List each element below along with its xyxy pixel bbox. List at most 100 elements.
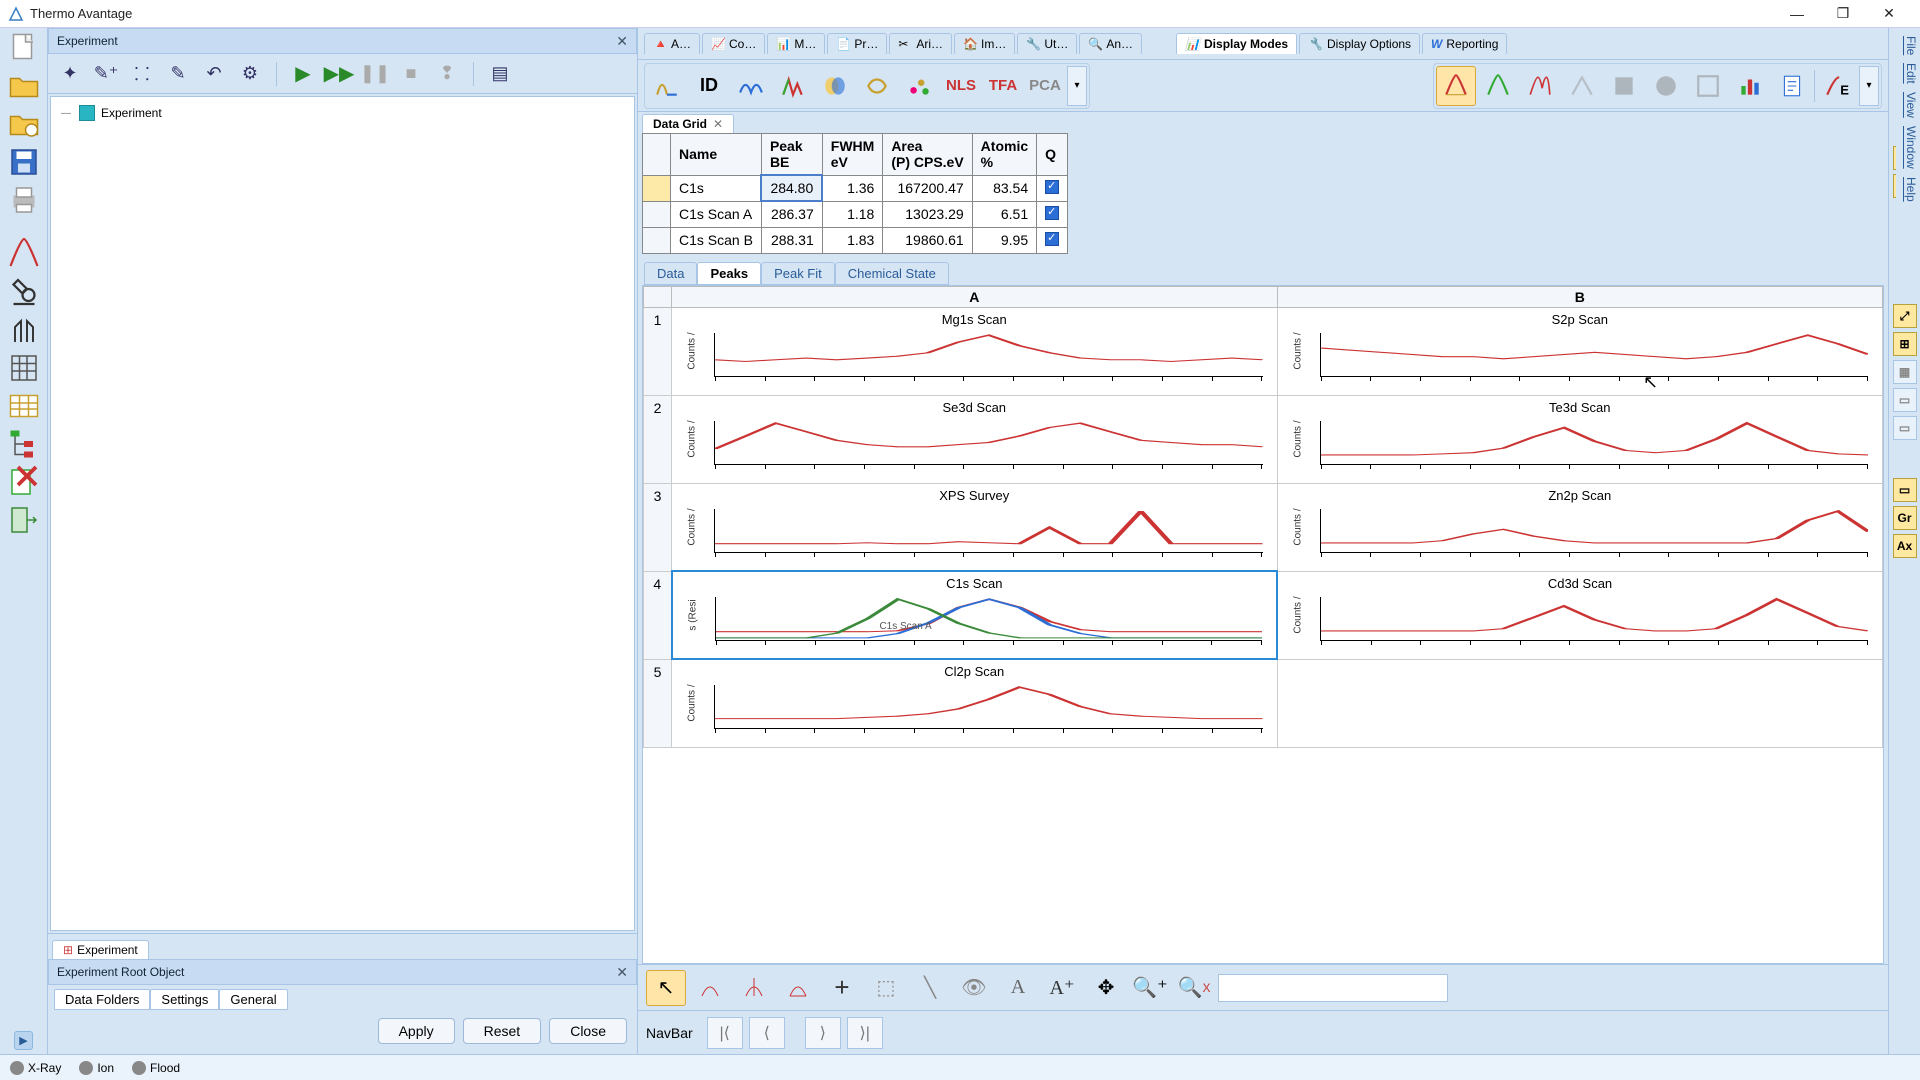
nav-next-icon[interactable]: ⟩: [805, 1017, 841, 1049]
open-icon[interactable]: [6, 70, 42, 102]
fit-grid-icon[interactable]: ⊞: [1893, 332, 1917, 356]
chart-plot[interactable]: [1320, 509, 1869, 553]
close-button[interactable]: Close: [549, 1018, 627, 1044]
snap-grid-icon[interactable]: ⸬: [128, 60, 156, 88]
display-report-icon[interactable]: [1772, 66, 1812, 106]
select-region-icon[interactable]: ⬚: [866, 970, 906, 1006]
chart-plot[interactable]: [714, 333, 1263, 377]
tree-root-node[interactable]: — Experiment: [61, 103, 624, 123]
display-mode-6-icon[interactable]: [1646, 66, 1686, 106]
dg-col-1[interactable]: Name: [671, 134, 762, 176]
dg-cell[interactable]: 9.95: [972, 227, 1036, 253]
sub-tab-data[interactable]: Data: [644, 262, 697, 285]
dg-col-4[interactable]: Area(P) CPS.eV: [883, 134, 972, 176]
chart-cell[interactable]: Cd3d ScanCounts /: [1277, 571, 1883, 659]
display-bars-icon[interactable]: [1730, 66, 1770, 106]
zoom-reset-icon[interactable]: 🔍X: [1174, 970, 1214, 1006]
q-checkbox[interactable]: [1045, 180, 1059, 194]
tree-icon[interactable]: [6, 428, 42, 460]
proc-multipeak-icon[interactable]: [773, 66, 813, 106]
experiment-tab[interactable]: ⊞ Experiment: [52, 940, 149, 959]
chart-grid[interactable]: AB1Mg1s ScanCounts /S2p ScanCounts /2Se3…: [642, 285, 1884, 965]
root-object-close-icon[interactable]: ✕: [616, 964, 628, 981]
run-all-icon[interactable]: ▶▶: [325, 60, 353, 88]
chart-plot[interactable]: [1320, 597, 1868, 641]
cursor-tool-icon[interactable]: ↖: [646, 970, 686, 1006]
peak-tool-1-icon[interactable]: [690, 970, 730, 1006]
stop-icon[interactable]: ■: [397, 60, 425, 88]
top-tab-4[interactable]: ✂Ari…: [889, 33, 952, 54]
menu-window[interactable]: Window: [1898, 126, 1918, 169]
chart-plot[interactable]: [1320, 333, 1869, 377]
table-row[interactable]: C1s Scan B288.311.8319860.619.95: [643, 227, 1068, 253]
experiment-tree[interactable]: — Experiment: [50, 96, 635, 931]
dg-cell[interactable]: C1s: [671, 175, 762, 201]
dg-cell[interactable]: 286.37: [761, 201, 822, 227]
top-right-tab-1[interactable]: 🔧Display Options: [1299, 33, 1420, 54]
chart-row-header[interactable]: 3: [644, 483, 672, 571]
chart-cell[interactable]: Zn2p ScanCounts /: [1277, 483, 1883, 571]
peak-tool-2-icon[interactable]: [734, 970, 774, 1006]
chart-plot[interactable]: [714, 421, 1263, 465]
recent-icon[interactable]: [6, 108, 42, 140]
top-tab-3[interactable]: 📄Pr…: [827, 33, 887, 54]
top-tab-5[interactable]: 🏠Im…: [954, 33, 1015, 54]
instrument-icon[interactable]: [6, 314, 42, 346]
save-icon[interactable]: [6, 146, 42, 178]
display-axis-e-icon[interactable]: E: [1817, 66, 1857, 106]
display-dropdown-icon[interactable]: ▾: [1859, 66, 1879, 106]
experiment-pane-close-icon[interactable]: ✕: [616, 33, 628, 50]
dg-cell[interactable]: 1.36: [822, 175, 883, 201]
expand-handle-icon[interactable]: ▶: [14, 1031, 32, 1050]
chart-cell[interactable]: Se3d ScanCounts /: [672, 395, 1278, 483]
expand-cell-icon[interactable]: ⤢: [1893, 304, 1917, 328]
proc-smooth-icon[interactable]: [731, 66, 771, 106]
wand-icon[interactable]: ✎⁺: [92, 60, 120, 88]
dg-cell[interactable]: 288.31: [761, 227, 822, 253]
edit-icon[interactable]: ✎: [164, 60, 192, 88]
dg-col-2[interactable]: PeakBE: [761, 134, 822, 176]
top-tab-2[interactable]: 📊M…: [767, 33, 825, 54]
eye-tool-icon[interactable]: 👁: [954, 970, 994, 1006]
dg-col-5[interactable]: Atomic%: [972, 134, 1036, 176]
revert-icon[interactable]: ↶: [200, 60, 228, 88]
alert-icon[interactable]: ❢: [433, 60, 461, 88]
apply-button[interactable]: Apply: [378, 1018, 455, 1044]
top-tab-6[interactable]: 🔧Ut…: [1017, 33, 1077, 54]
chart-col-header[interactable]: B: [1277, 286, 1883, 307]
line-tool-icon[interactable]: ╲: [910, 970, 950, 1006]
chart-plot[interactable]: [714, 685, 1263, 729]
data-grid-tab[interactable]: Data Grid ✕: [642, 114, 734, 133]
dg-col-3[interactable]: FWHMeV: [822, 134, 883, 176]
chart-row-header[interactable]: 5: [644, 659, 672, 747]
chart-cell[interactable]: C1s Scans (ResiC1s Scan A: [672, 571, 1278, 659]
dg-cell[interactable]: 83.54: [972, 175, 1036, 201]
window-maximize[interactable]: ❐: [1820, 0, 1866, 28]
display-mode-2-icon[interactable]: [1478, 66, 1518, 106]
dg-col-6[interactable]: Q: [1037, 134, 1068, 176]
dg-cell[interactable]: 6.51: [972, 201, 1036, 227]
proc-scatter-icon[interactable]: [899, 66, 939, 106]
display-mode-3-icon[interactable]: [1520, 66, 1560, 106]
proc-id-icon[interactable]: ID: [689, 66, 729, 106]
tab-settings[interactable]: Settings: [150, 989, 219, 1010]
sub-tab-peak-fit[interactable]: Peak Fit: [761, 262, 835, 285]
gr-tool-icon[interactable]: Gr: [1893, 506, 1917, 530]
menu-file[interactable]: File: [1898, 36, 1918, 55]
display-mode-1-icon[interactable]: [1436, 66, 1476, 106]
data-grid-table[interactable]: NamePeakBEFWHMeVArea(P) CPS.eVAtomic%Q C…: [642, 133, 1068, 254]
peak-icon[interactable]: [6, 238, 42, 270]
pause-icon[interactable]: ❚❚: [361, 60, 389, 88]
display-mode-7-icon[interactable]: [1688, 66, 1728, 106]
row-layout-1-icon[interactable]: ▭: [1893, 388, 1917, 412]
ax-tool-icon[interactable]: Ax: [1893, 534, 1917, 558]
chart-plot[interactable]: C1s Scan A: [715, 597, 1263, 641]
plot-info-field[interactable]: [1218, 974, 1448, 1002]
chart-row-header[interactable]: 2: [644, 395, 672, 483]
chart-cell[interactable]: XPS SurveyCounts /: [672, 483, 1278, 571]
new-icon[interactable]: [6, 32, 42, 64]
tab-data-folders[interactable]: Data Folders: [54, 989, 150, 1010]
text-tool-icon[interactable]: A: [998, 970, 1038, 1006]
display-mode-4-icon[interactable]: [1562, 66, 1602, 106]
sub-tab-chemical-state[interactable]: Chemical State: [835, 262, 949, 285]
